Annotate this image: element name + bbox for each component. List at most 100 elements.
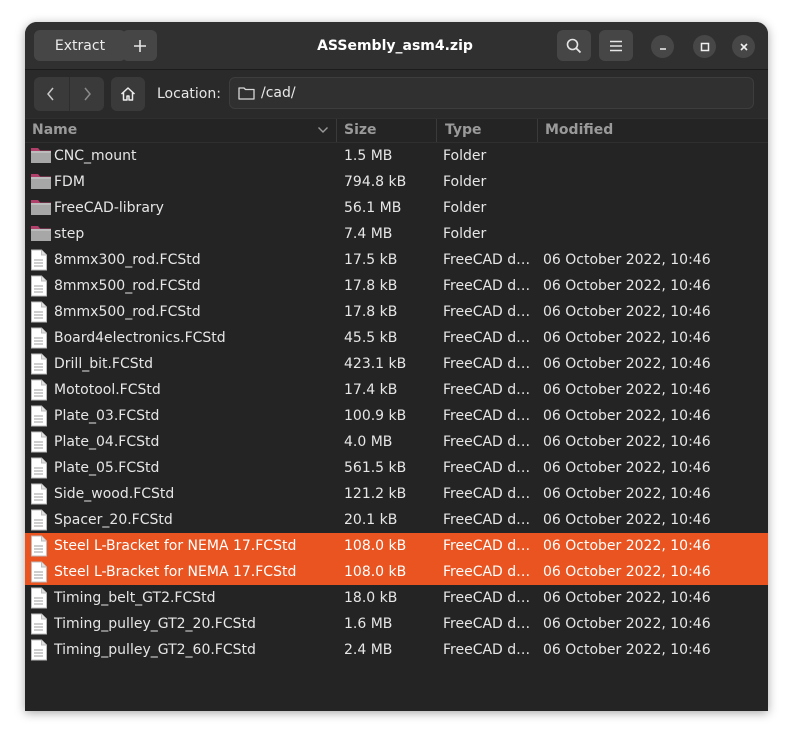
file-name: Mototool.FCStd [54,382,161,398]
extract-button[interactable]: Extract [34,30,126,61]
file-row[interactable]: FreeCAD-library 56.1 MB Folder [25,195,768,221]
column-separator[interactable] [436,119,437,142]
file-name: step [54,226,85,242]
file-modified: 06 October 2022, 10:46 [543,382,711,398]
location-toolbar: Location: /cad/ [25,70,768,118]
navigation-buttons [34,77,104,111]
folder-icon [30,197,51,219]
file-modified: 06 October 2022, 10:46 [543,564,711,580]
back-button[interactable] [34,77,69,111]
main-menu-button[interactable] [599,30,633,61]
file-row[interactable]: Spacer_20.FCStd 20.1 kB FreeCAD d… 06 Octob… [25,507,768,533]
file-row[interactable]: 8mmx500_rod.FCStd 17.8 kB FreeCAD d… 06 Oct… [25,273,768,299]
file-name: Drill_bit.FCStd [54,356,154,372]
column-separator[interactable] [537,119,538,142]
file-modified: 06 October 2022, 10:46 [543,460,711,476]
document-icon [30,587,50,609]
file-name: FDM [54,174,85,190]
file-modified: 06 October 2022, 10:46 [543,356,711,372]
file-name: Spacer_20.FCStd [54,512,173,528]
file-name: Steel L-Bracket for NEMA 17.FCStd [54,538,297,554]
file-row[interactable]: Timing_pulley_GT2_20.FCStd 1.6 MB FreeCAD … [25,611,768,637]
maximize-button[interactable] [693,35,716,58]
document-icon [30,639,50,661]
file-name: Timing_belt_GT2.FCStd [54,590,216,606]
file-size: 4.0 MB [344,434,393,450]
file-row[interactable]: Steel L-Bracket for NEMA 17.FCStd 108.0 k… [25,559,768,585]
file-size: 2.4 MB [344,642,393,658]
file-row[interactable]: Timing_belt_GT2.FCStd 18.0 kB FreeCAD d… 06… [25,585,768,611]
file-row[interactable]: Plate_04.FCStd 4.0 MB FreeCAD d… 06 October… [25,429,768,455]
file-type: FreeCAD d… [443,252,531,268]
add-files-button[interactable] [122,30,157,61]
file-modified: 06 October 2022, 10:46 [543,486,711,502]
close-button[interactable] [732,35,755,58]
document-icon [30,327,50,349]
file-name: 8mmx500_rod.FCStd [54,304,201,320]
forward-button[interactable] [68,77,105,111]
file-type: FreeCAD d… [443,564,531,580]
archive-manager-window: Extract ASSembly_asm4.zip Location: /cad… [25,22,768,711]
document-icon [30,431,50,453]
file-row[interactable]: Steel L-Bracket for NEMA 17.FCStd 108.0 k… [25,533,768,559]
file-row[interactable]: Plate_03.FCStd 100.9 kB FreeCAD d… 06 Octob… [25,403,768,429]
file-row[interactable]: 8mmx300_rod.FCStd 17.5 kB FreeCAD d… 06 Oct… [25,247,768,273]
minimize-button[interactable] [651,35,674,58]
search-button[interactable] [557,30,591,61]
sort-descending-icon [318,127,328,133]
hamburger-menu-icon [610,40,622,51]
file-type: FreeCAD d… [443,460,531,476]
file-size: 17.8 kB [344,304,398,320]
search-icon [566,38,582,53]
file-row[interactable]: Drill_bit.FCStd 423.1 kB FreeCAD d… 06 Octo… [25,351,768,377]
file-size: 56.1 MB [344,200,402,216]
document-icon [30,535,50,557]
document-icon [30,275,50,297]
chevron-left-icon [47,87,54,101]
file-row[interactable]: step 7.4 MB Folder [25,221,768,247]
file-modified: 06 October 2022, 10:46 [543,538,711,554]
file-size: 121.2 kB [344,486,407,502]
file-row[interactable]: FDM 794.8 kB Folder [25,169,768,195]
document-icon [30,561,50,583]
home-icon [120,87,136,101]
file-row[interactable]: Mototool.FCStd 17.4 kB FreeCAD d… 06 Octobe… [25,377,768,403]
column-modified-header[interactable]: Modified [545,119,613,142]
file-type: FreeCAD d… [443,512,531,528]
file-name: FreeCAD-library [54,200,164,216]
file-type: FreeCAD d… [443,434,531,450]
file-size: 794.8 kB [344,174,407,190]
file-size: 20.1 kB [344,512,398,528]
file-type: Folder [443,226,487,242]
file-row[interactable]: 8mmx500_rod.FCStd 17.8 kB FreeCAD d… 06 Oct… [25,299,768,325]
home-button[interactable] [111,77,145,111]
document-icon [30,613,50,635]
file-modified: 06 October 2022, 10:46 [543,252,711,268]
file-modified: 06 October 2022, 10:46 [543,278,711,294]
file-modified [543,195,763,221]
file-modified [543,169,763,195]
file-row[interactable]: Board4electronics.FCStd 45.5 kB FreeCAD d…… [25,325,768,351]
column-size-header[interactable]: Size [344,119,377,142]
column-separator[interactable] [336,119,337,142]
column-name-header[interactable]: Name [32,119,77,142]
file-name: Plate_05.FCStd [54,460,160,476]
file-name: Steel L-Bracket for NEMA 17.FCStd [54,564,297,580]
file-size: 1.5 MB [344,148,393,164]
header-bar: Extract ASSembly_asm4.zip [25,22,768,70]
file-row[interactable]: Side_wood.FCStd 121.2 kB FreeCAD d… 06 Octo… [25,481,768,507]
window-title: ASSembly_asm4.zip [317,37,473,54]
location-label: Location: [157,86,221,102]
file-modified [543,143,763,169]
location-field[interactable]: /cad/ [229,77,754,109]
document-icon [30,353,50,375]
folder-icon [30,145,51,167]
document-icon [30,301,50,323]
file-row[interactable]: Plate_05.FCStd 561.5 kB FreeCAD d… 06 Octob… [25,455,768,481]
file-row[interactable]: Timing_pulley_GT2_60.FCStd 2.4 MB FreeCAD … [25,637,768,663]
close-icon [739,42,748,51]
column-type-header[interactable]: Type [445,119,482,142]
file-size: 108.0 kB [344,538,407,554]
file-row[interactable]: CNC_mount 1.5 MB Folder [25,143,768,169]
file-name: Side_wood.FCStd [54,486,175,502]
